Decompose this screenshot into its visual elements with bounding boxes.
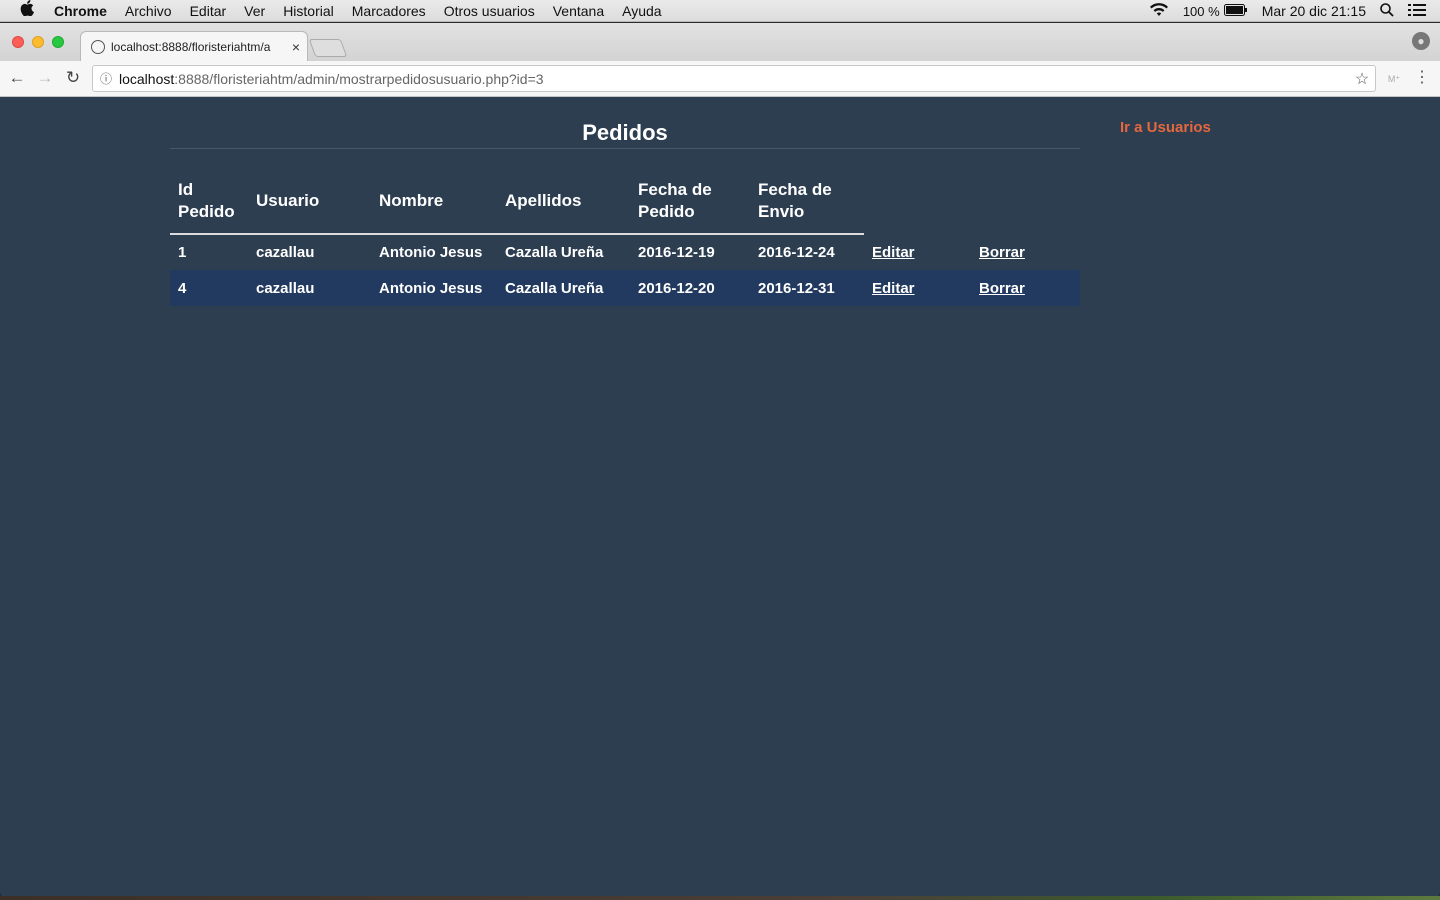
battery-percent: 100 %	[1182, 3, 1220, 19]
cell-fecha-envio: 2016-12-24	[758, 244, 835, 261]
globe-favicon-icon	[91, 39, 105, 54]
back-button[interactable]: ←	[6, 67, 28, 89]
menu-ver[interactable]: Ver	[244, 3, 265, 19]
header-fecha-pedido: Fecha de Pedido	[630, 177, 750, 235]
header-blank-borrar	[971, 177, 1080, 234]
spotlight-search-icon[interactable]	[1380, 2, 1394, 20]
table-row: 1 cazallau Antonio Jesus Cazalla Ureña 2…	[170, 234, 1080, 270]
cell-nombre: Antonio Jesus	[371, 270, 497, 306]
cell-usuario: cazallau	[256, 244, 315, 261]
bookmark-star-icon[interactable]: ☆	[1349, 69, 1375, 89]
header-usuario: Usuario	[248, 177, 371, 235]
cell-borrar: Borrar	[971, 270, 1080, 306]
tab-title: localhost:8888/floristeriahtm/a	[111, 39, 271, 54]
browser-tab-strip: localhost:8888/floristeriahtm/a × ●	[0, 23, 1440, 61]
menu-archivo[interactable]: Archivo	[125, 3, 172, 19]
header-apellidos: Apellidos	[497, 177, 630, 235]
edit-link[interactable]: Editar	[872, 280, 915, 297]
page-content: Pedidos Id Pedido Usuario Nombre Apellid…	[0, 97, 1440, 897]
cell-editar: Editar	[864, 270, 971, 306]
orders-table: Id Pedido Usuario Nombre Apellidos Fecha…	[170, 177, 1080, 306]
delete-link[interactable]: Borrar	[979, 280, 1025, 297]
cell-nombre: Antonio Jesus	[379, 244, 483, 261]
menu-marcadores[interactable]: Marcadores	[352, 3, 426, 19]
cell-apellidos: Cazalla Ureña	[497, 270, 630, 306]
edit-link[interactable]: Editar	[872, 244, 915, 261]
url-path: :8888/floristeriahtm/admin/mostrarpedido…	[174, 70, 544, 87]
wifi-icon[interactable]	[1149, 2, 1169, 20]
profile-avatar-icon[interactable]: ●	[1412, 32, 1430, 50]
go-to-users-link[interactable]: Ir a Usuarios	[1120, 119, 1211, 136]
apple-menu-icon[interactable]	[0, 0, 54, 21]
browser-tab-active[interactable]: localhost:8888/floristeriahtm/a ×	[80, 31, 308, 61]
cell-fecha-pedido: 2016-12-20	[630, 270, 750, 306]
extension-icon[interactable]: M⁺	[1384, 69, 1404, 89]
menu-chrome[interactable]: Chrome	[54, 3, 107, 19]
menu-ayuda[interactable]: Ayuda	[622, 3, 661, 19]
clock[interactable]: Mar 20 dic 21:15	[1262, 3, 1366, 19]
macos-menu-bar: Chrome Archivo Editar Ver Historial Marc…	[0, 0, 1440, 22]
table-header-row: Id Pedido Usuario Nombre Apellidos Fecha…	[170, 177, 1080, 235]
header-id-pedido: Id Pedido	[170, 177, 248, 235]
forward-button[interactable]: →	[34, 67, 56, 89]
delete-link[interactable]: Borrar	[979, 244, 1025, 261]
table-row: 4 cazallau Antonio Jesus Cazalla Ureña 2…	[170, 270, 1080, 306]
site-info-icon[interactable]: ⓘ	[93, 70, 119, 87]
minimize-window-button[interactable]	[32, 36, 44, 48]
address-bar[interactable]: ⓘ localhost :8888/floristeriahtm/admin/m…	[92, 65, 1376, 92]
cell-fecha-envio: 2016-12-31	[750, 270, 864, 306]
cell-borrar: Borrar	[971, 234, 1080, 270]
page-title: Pedidos	[170, 97, 1080, 149]
notification-center-icon[interactable]	[1408, 3, 1426, 20]
desktop-wallpaper-strip	[0, 896, 1440, 900]
header-blank-editar	[864, 177, 971, 234]
menu-historial[interactable]: Historial	[283, 3, 334, 19]
cell-id: 1	[178, 244, 187, 261]
header-fecha-envio: Fecha de Envio	[750, 177, 864, 235]
browser-toolbar: ← → ↻ ⓘ localhost :8888/floristeriahtm/a…	[0, 61, 1440, 97]
cell-fecha-pedido: 2016-12-19	[638, 244, 715, 261]
tab-close-icon[interactable]: ×	[285, 39, 307, 55]
battery-icon[interactable]	[1223, 3, 1248, 19]
menu-ventana[interactable]: Ventana	[553, 3, 604, 19]
new-tab-button[interactable]	[308, 39, 348, 57]
url-host: localhost	[119, 70, 175, 87]
cell-editar: Editar	[864, 234, 971, 270]
header-nombre: Nombre	[371, 177, 497, 235]
orders-section: Pedidos Id Pedido Usuario Nombre Apellid…	[170, 97, 1080, 306]
close-window-button[interactable]	[12, 36, 24, 48]
reload-button[interactable]: ↻	[62, 67, 84, 89]
chrome-menu-icon[interactable]: ⋮	[1412, 67, 1432, 89]
cell-usuario: cazallau	[248, 270, 371, 306]
menu-otros-usuarios[interactable]: Otros usuarios	[444, 3, 535, 19]
cell-id: 4	[170, 270, 248, 306]
zoom-window-button[interactable]	[52, 36, 64, 48]
menu-editar[interactable]: Editar	[190, 3, 227, 19]
cell-apellidos: Cazalla Ureña	[505, 244, 604, 261]
